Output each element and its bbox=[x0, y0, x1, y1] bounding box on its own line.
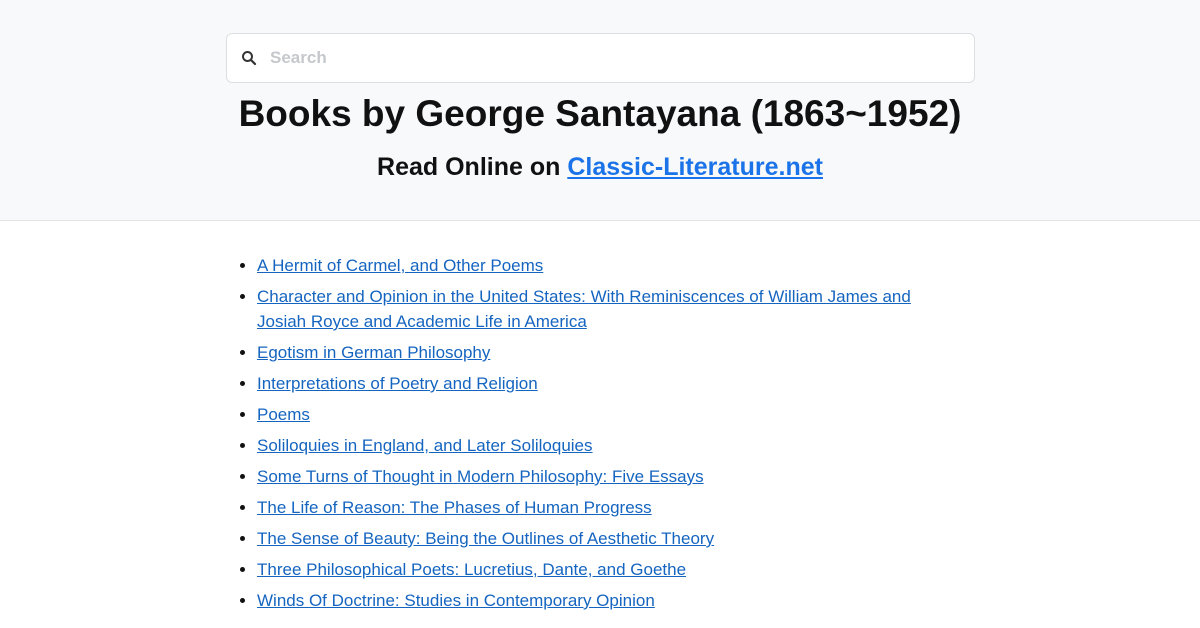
list-item: The Life of Reason: The Phases of Human … bbox=[257, 495, 957, 520]
book-link-some-turns-of-thought[interactable]: Some Turns of Thought in Modern Philosop… bbox=[257, 467, 704, 486]
book-link-interpretations[interactable]: Interpretations of Poetry and Religion bbox=[257, 374, 538, 393]
list-item: Character and Opinion in the United Stat… bbox=[257, 284, 957, 334]
list-item: Egotism in German Philosophy bbox=[257, 340, 957, 365]
list-item: Soliloquies in England, and Later Solilo… bbox=[257, 433, 957, 458]
book-link-hermit-of-carmel[interactable]: A Hermit of Carmel, and Other Poems bbox=[257, 256, 543, 275]
search-input[interactable] bbox=[270, 38, 930, 78]
book-link-poems[interactable]: Poems bbox=[257, 405, 310, 424]
subtitle-prefix: Read Online on bbox=[377, 153, 568, 181]
subtitle: Read Online on Classic-Literature.net bbox=[0, 151, 1200, 183]
page-header: Books by George Santayana (1863~1952) Re… bbox=[0, 0, 1200, 221]
list-item: The Sense of Beauty: Being the Outlines … bbox=[257, 526, 957, 551]
list-item: Winds Of Doctrine: Studies in Contempora… bbox=[257, 588, 957, 613]
list-item: Poems bbox=[257, 402, 957, 427]
book-link-life-of-reason[interactable]: The Life of Reason: The Phases of Human … bbox=[257, 498, 652, 517]
list-item: Some Turns of Thought in Modern Philosop… bbox=[257, 464, 957, 489]
book-link-three-philosophical-poets[interactable]: Three Philosophical Poets: Lucretius, Da… bbox=[257, 560, 686, 579]
site-link[interactable]: Classic-Literature.net bbox=[567, 153, 823, 181]
list-item: A Hermit of Carmel, and Other Poems bbox=[257, 253, 957, 278]
search-box[interactable] bbox=[226, 33, 975, 83]
list-item: Three Philosophical Poets: Lucretius, Da… bbox=[257, 557, 957, 582]
page-title: Books by George Santayana (1863~1952) bbox=[238, 93, 962, 134]
book-link-winds-of-doctrine[interactable]: Winds Of Doctrine: Studies in Contempora… bbox=[257, 591, 655, 610]
book-list: A Hermit of Carmel, and Other Poems Char… bbox=[257, 253, 957, 619]
book-link-character-and-opinion[interactable]: Character and Opinion in the United Stat… bbox=[257, 287, 911, 331]
book-link-soliloquies[interactable]: Soliloquies in England, and Later Solilo… bbox=[257, 436, 593, 455]
search-icon bbox=[240, 49, 258, 67]
book-link-egotism[interactable]: Egotism in German Philosophy bbox=[257, 343, 490, 362]
list-item: Interpretations of Poetry and Religion bbox=[257, 371, 957, 396]
book-link-sense-of-beauty[interactable]: The Sense of Beauty: Being the Outlines … bbox=[257, 529, 714, 548]
